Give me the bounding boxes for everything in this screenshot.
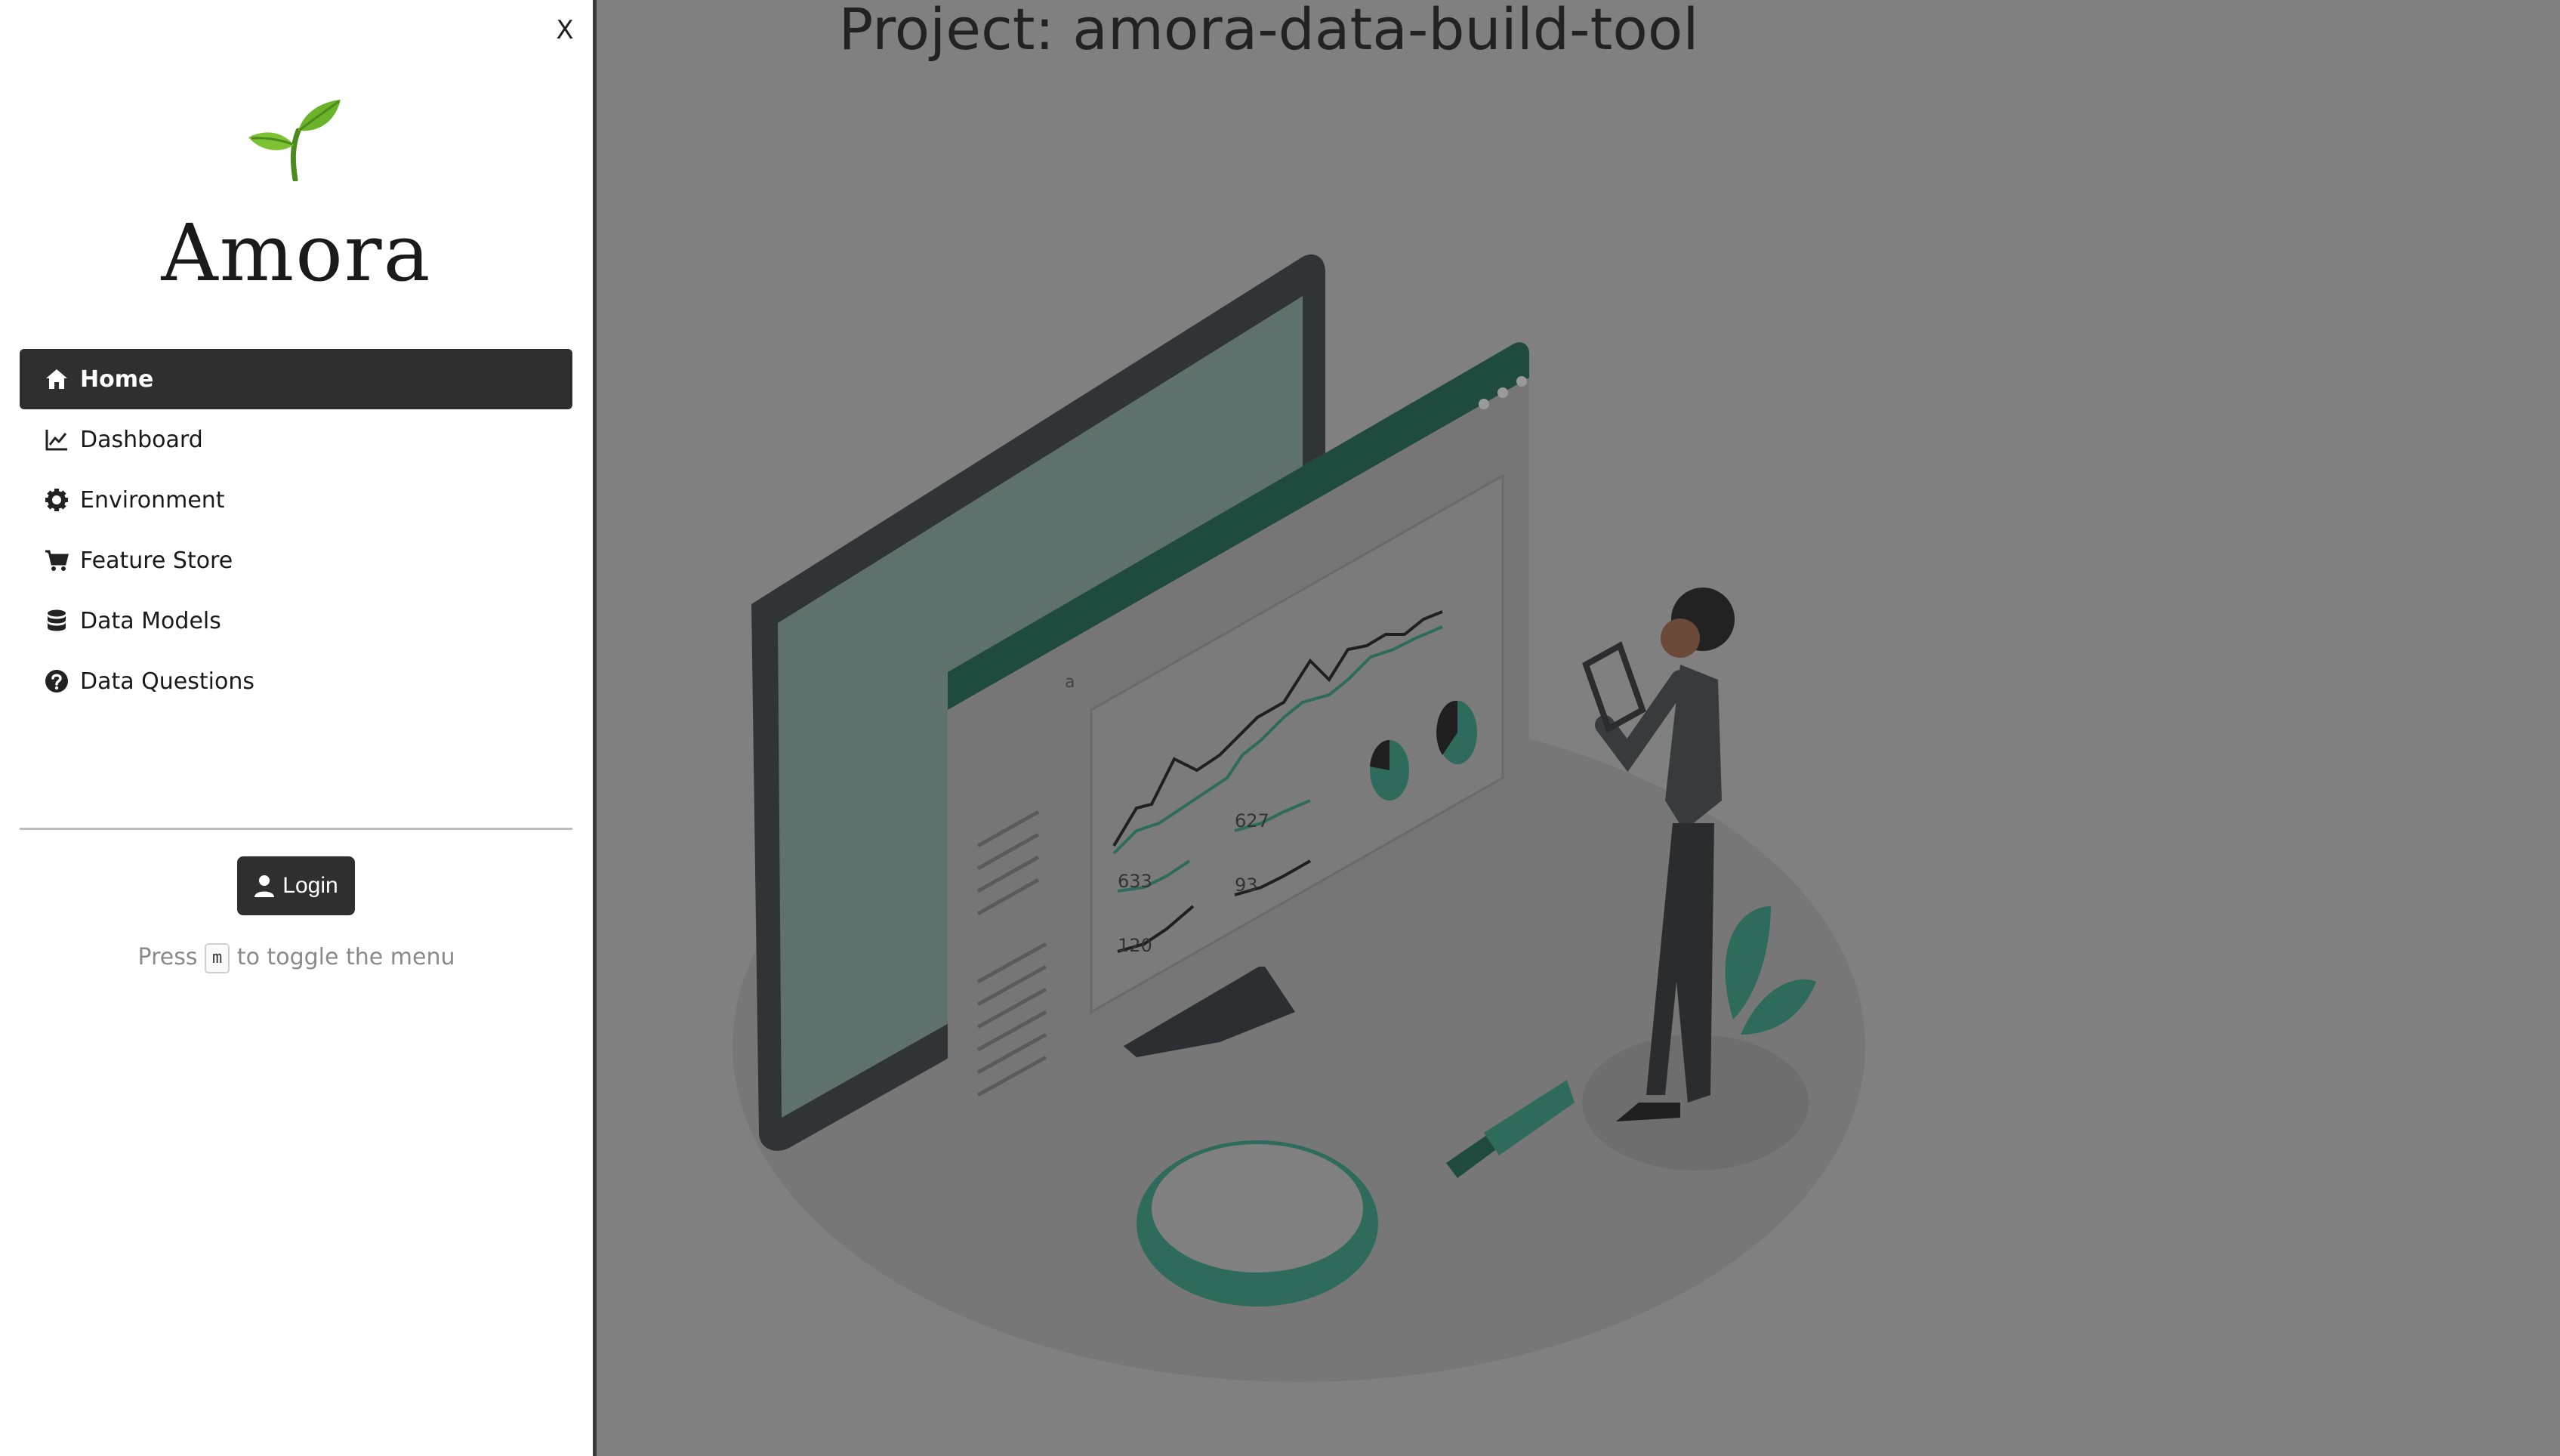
nav-item-data-questions[interactable]: Data Questions: [20, 651, 572, 711]
nav-item-dashboard[interactable]: Dashboard: [20, 409, 572, 470]
toggle-menu-hint: Press m to toggle the menu: [0, 938, 593, 977]
question-circle-icon: [42, 667, 71, 696]
home-icon: [42, 365, 71, 393]
line-chart-icon: [42, 425, 71, 454]
dashboard-illustration: a 627 633 93 120: [733, 254, 1865, 1382]
nav-label: Environment: [80, 486, 225, 514]
brand-name: Amora: [161, 207, 432, 299]
window-letter: a: [1065, 673, 1075, 692]
nav-label: Dashboard: [80, 426, 203, 453]
nav-menu: Home Dashboard Environment Feature Store…: [20, 349, 572, 711]
card-number: 93: [1235, 875, 1258, 896]
cart-icon: [42, 546, 71, 575]
project-title: Project: amora-data-build-tool: [838, 0, 1699, 63]
card-number: 627: [1235, 810, 1269, 831]
nav-label: Data Questions: [80, 668, 254, 695]
hint-text-after: to toggle the menu: [236, 944, 455, 970]
main-content: Project: amora-data-build-tool a 627 633…: [600, 0, 2560, 1456]
hint-text-before: Press: [137, 944, 198, 970]
gear-icon: [42, 486, 71, 514]
nav-item-home[interactable]: Home: [20, 349, 572, 409]
login-button[interactable]: Login: [237, 856, 355, 915]
card-number: 633: [1118, 871, 1152, 892]
user-icon: [254, 875, 275, 897]
close-menu-button[interactable]: X: [550, 11, 580, 50]
sidebar: X Amora Home Dashboard Environment Featu…: [0, 0, 597, 1456]
hint-key: m: [205, 942, 230, 973]
sprout-logo-icon: [248, 100, 341, 181]
nav-item-data-models[interactable]: Data Models: [20, 591, 572, 651]
nav-label: Home: [80, 366, 154, 393]
database-icon: [42, 606, 71, 635]
nav-item-feature-store[interactable]: Feature Store: [20, 530, 572, 591]
nav-label: Feature Store: [80, 547, 233, 574]
nav-item-environment[interactable]: Environment: [20, 470, 572, 530]
nav-label: Data Models: [80, 607, 221, 634]
login-label: Login: [282, 873, 338, 898]
card-number: 120: [1118, 935, 1152, 956]
sidebar-divider: [20, 828, 572, 830]
